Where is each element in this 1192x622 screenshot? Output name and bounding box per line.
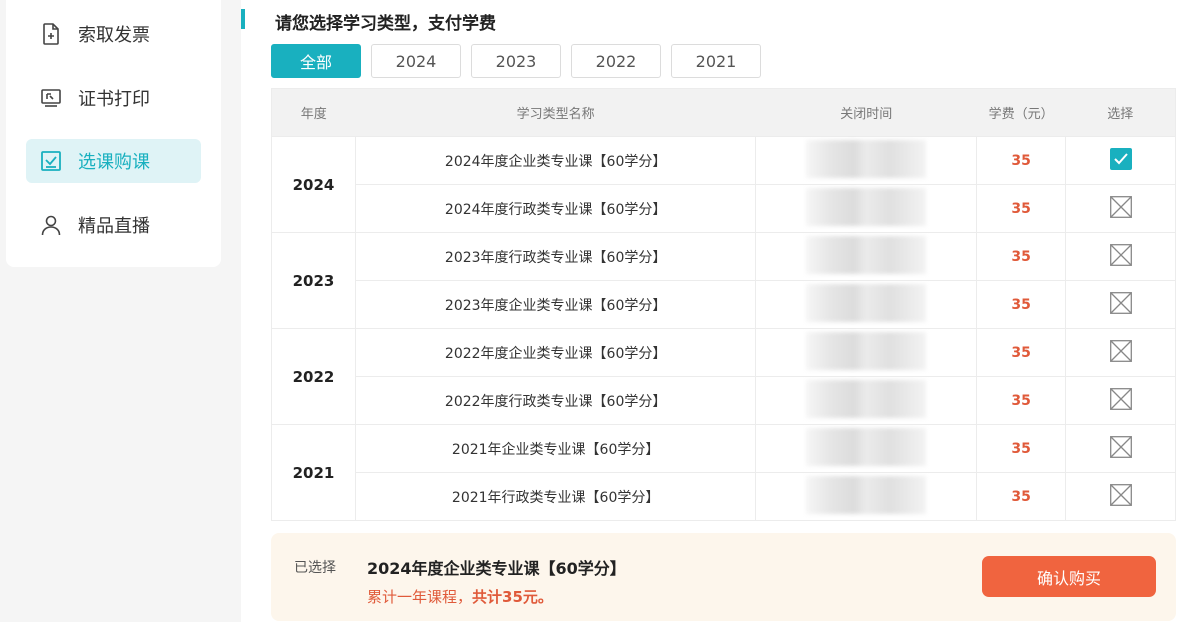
course-name: 2022年度行政类专业课【60学分】: [354, 376, 757, 425]
tab-2023[interactable]: 2023: [471, 44, 561, 78]
table-row: 2021年行政类专业课【60学分】 35: [272, 472, 1176, 521]
table-row: 2022年度行政类专业课【60学分】 35: [272, 376, 1176, 425]
course-fee: 35: [976, 136, 1067, 185]
header-fee: 学费（元）: [976, 88, 1066, 137]
select-cell: [1065, 232, 1176, 281]
checkbox-disabled-icon[interactable]: [1109, 483, 1132, 506]
course-name: 2023年度行政类专业课【60学分】: [354, 232, 757, 281]
page-title: 请您选择学习类型，支付学费: [275, 14, 496, 34]
table-row: 2023 2023年度行政类专业课【60学分】 35: [271, 232, 1176, 329]
redacted-blur: [806, 283, 927, 322]
close-time-redacted: [755, 232, 978, 281]
selection-summary-bar: 已选择 2024年度企业类专业课【60学分】 累计一年课程，共计35元。 确认购…: [271, 533, 1176, 621]
course-name: 2022年度企业类专业课【60学分】: [354, 328, 757, 377]
close-time-redacted: [755, 280, 978, 329]
tab-all[interactable]: 全部: [271, 44, 361, 78]
table-header-row: 年度 学习类型名称 关闭时间 学费（元） 选择: [271, 88, 1176, 137]
redacted-blur: [806, 427, 927, 466]
course-name: 2023年度企业类专业课【60学分】: [354, 280, 757, 329]
year-cell: 2022: [271, 328, 356, 425]
sidebar-item-label: 证书打印: [78, 89, 150, 110]
course-name: 2021年企业类专业课【60学分】: [354, 424, 757, 473]
close-time-redacted: [755, 424, 978, 473]
redacted-blur: [806, 139, 927, 178]
sidebar-item-invoice[interactable]: 索取发票: [26, 12, 201, 56]
title-accent-bar: [241, 9, 245, 29]
sidebar: 索取发票 证书打印 选课购课 精品直播: [6, 0, 221, 267]
close-time-redacted: [755, 472, 978, 521]
course-fee: 35: [976, 328, 1067, 377]
redacted-blur: [806, 379, 927, 418]
select-cell: [1065, 136, 1176, 185]
course-fee: 35: [976, 184, 1067, 233]
checkbox-disabled-icon[interactable]: [1109, 243, 1132, 266]
invoice-add-icon: [38, 21, 64, 47]
redacted-blur: [806, 475, 927, 514]
table-row: 2021 2021年企业类专业课【60学分】 35: [271, 424, 1176, 521]
close-time-redacted: [755, 376, 978, 425]
header-year: 年度: [271, 88, 356, 137]
course-name: 2024年度企业类专业课【60学分】: [354, 136, 757, 185]
checkbox-disabled-icon[interactable]: [1109, 435, 1132, 458]
redacted-blur: [806, 187, 927, 226]
select-cell: [1065, 280, 1176, 329]
sidebar-item-label: 索取发票: [78, 25, 150, 46]
tab-2022[interactable]: 2022: [571, 44, 661, 78]
checkbox-select-icon: [38, 148, 64, 174]
close-time-redacted: [755, 328, 978, 377]
header-select: 选择: [1065, 88, 1176, 137]
header-course-name: 学习类型名称: [355, 88, 756, 137]
course-fee: 35: [976, 424, 1067, 473]
year-cell: 2021: [271, 424, 356, 521]
sidebar-item-course-select[interactable]: 选课购课: [26, 139, 201, 183]
select-cell: [1065, 424, 1176, 473]
main-panel: 请您选择学习类型，支付学费 全部 2024 2023 2022 2021 年度 …: [241, 0, 1192, 622]
selection-total: 累计一年课程，共计35元。: [367, 586, 553, 607]
course-name: 2021年行政类专业课【60学分】: [354, 472, 757, 521]
sidebar-item-certificate[interactable]: 证书打印: [26, 76, 201, 120]
select-cell: [1065, 376, 1176, 425]
course-fee: 35: [976, 232, 1067, 281]
sidebar-item-live[interactable]: 精品直播: [26, 203, 201, 247]
select-cell: [1065, 328, 1176, 377]
certificate-print-icon: [38, 85, 64, 111]
checkbox-checked-icon[interactable]: [1109, 147, 1132, 170]
table-row: 2024年度行政类专业课【60学分】 35: [272, 184, 1176, 233]
checkbox-disabled-icon[interactable]: [1109, 195, 1132, 218]
selected-course-name: 2024年度企业类专业课【60学分】: [367, 559, 626, 578]
select-cell: [1065, 184, 1176, 233]
redacted-blur: [806, 331, 927, 370]
selected-label: 已选择: [294, 560, 336, 576]
redacted-blur: [806, 235, 927, 274]
checkbox-disabled-icon[interactable]: [1109, 387, 1132, 410]
course-fee: 35: [976, 280, 1067, 329]
select-cell: [1065, 472, 1176, 521]
summary-total: 共计35元。: [472, 588, 553, 606]
course-table: 年度 学习类型名称 关闭时间 学费（元） 选择 2024 2024年度企业类专业…: [271, 88, 1176, 521]
course-fee: 35: [976, 376, 1067, 425]
summary-prefix: 累计一年课程，: [367, 588, 473, 606]
table-row: 2022 2022年度企业类专业课【60学分】 35: [271, 328, 1176, 425]
year-cell: 2023: [271, 232, 356, 329]
year-tabs: 全部 2024 2023 2022 2021: [271, 44, 771, 78]
course-name: 2024年度行政类专业课【60学分】: [354, 184, 757, 233]
table-row: 2024 2024年度企业类专业课【60学分】 35: [271, 136, 1176, 233]
header-close-time: 关闭时间: [755, 88, 977, 137]
confirm-purchase-button[interactable]: 确认购买: [982, 556, 1156, 597]
close-time-redacted: [755, 184, 978, 233]
course-fee: 35: [976, 472, 1067, 521]
year-cell: 2024: [271, 136, 356, 233]
sidebar-item-label: 选课购课: [78, 152, 150, 173]
sidebar-item-label: 精品直播: [78, 216, 150, 237]
user-live-icon: [38, 212, 64, 238]
tab-2021[interactable]: 2021: [671, 44, 761, 78]
tab-2024[interactable]: 2024: [371, 44, 461, 78]
table-row: 2023年度企业类专业课【60学分】 35: [272, 280, 1176, 329]
checkbox-disabled-icon[interactable]: [1109, 291, 1132, 314]
close-time-redacted: [755, 136, 978, 185]
checkbox-disabled-icon[interactable]: [1109, 339, 1132, 362]
